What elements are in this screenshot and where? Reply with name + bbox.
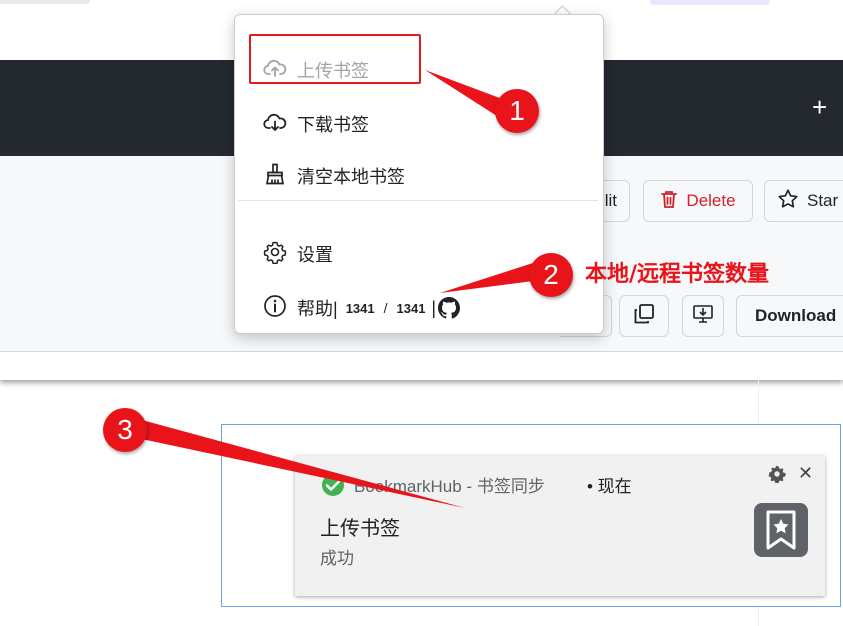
download-bookmarks-item[interactable]: 下载书签	[263, 109, 369, 139]
download-button-label: Download	[755, 306, 837, 325]
clear-local-bookmarks-label: 清空本地书签	[297, 167, 405, 187]
menu-separator	[238, 200, 598, 201]
cloud-download-icon	[263, 111, 287, 138]
delete-button[interactable]: Delete	[643, 180, 753, 222]
star-button-label: Star	[807, 191, 839, 210]
toolbar-stub	[650, 0, 770, 5]
github-icon[interactable]	[438, 297, 461, 319]
annotation-label-counts: 本地/远程书签数量	[585, 262, 770, 287]
help-item[interactable]: 帮助| 1341 / 1341 |	[263, 293, 461, 323]
bookmarkhub-app-icon	[321, 473, 345, 502]
settings-item[interactable]: 设置	[263, 239, 333, 269]
count-separator: /	[383, 300, 388, 316]
settings-label: 设置	[297, 245, 333, 265]
copy-icon	[632, 302, 656, 331]
broom-icon	[263, 162, 287, 191]
notification-time: • 现在	[587, 477, 632, 496]
trailing-pipe: |	[431, 297, 437, 318]
bookmark-star-icon	[754, 503, 808, 562]
notification-body: 成功	[320, 549, 354, 568]
notification-title: 上传书签	[320, 518, 400, 540]
annotation-badge-1: 1	[495, 89, 539, 133]
edit-button-label: lit	[604, 191, 617, 210]
notification-settings-gear-icon[interactable]	[768, 465, 786, 488]
gear-icon	[263, 240, 287, 269]
highlight-box-upload	[249, 34, 421, 84]
monitor-download-icon	[691, 302, 715, 331]
create-new-button[interactable]: +	[812, 92, 827, 122]
clear-local-bookmarks-item[interactable]: 清空本地书签	[263, 161, 405, 191]
remote-bookmark-count: 1341	[396, 300, 426, 316]
trash-icon	[660, 189, 678, 214]
delete-button-label: Delete	[686, 191, 736, 210]
copy-button[interactable]	[619, 295, 669, 337]
notification-close-button[interactable]: ✕	[798, 464, 813, 482]
repo-bottom	[0, 352, 843, 380]
local-bookmark-count: 1341	[345, 300, 375, 316]
star-button[interactable]: Star	[764, 180, 843, 222]
info-icon	[263, 294, 287, 323]
help-label: 帮助|	[297, 299, 338, 319]
tab-stub	[0, 0, 90, 4]
download-bookmarks-label: 下载书签	[297, 115, 369, 135]
star-icon	[777, 188, 799, 215]
annotation-badge-2: 2	[529, 253, 573, 297]
annotation-badge-3: 3	[103, 408, 147, 452]
download-button[interactable]: Download	[736, 295, 843, 337]
save-to-device-button[interactable]	[682, 295, 724, 337]
notification-source: BookmarkHub - 书签同步	[354, 477, 545, 496]
